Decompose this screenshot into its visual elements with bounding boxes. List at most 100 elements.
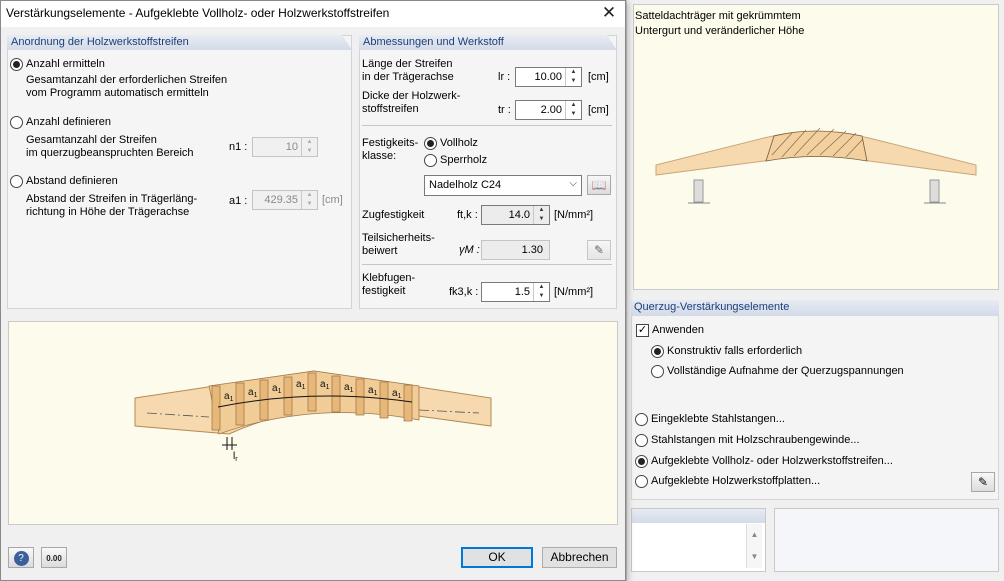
strip-thickness-stepper[interactable]: ▲ ▼	[565, 101, 581, 119]
radio-constructive[interactable]	[651, 345, 664, 358]
ok-button[interactable]: OK	[461, 547, 533, 568]
determine-count-description: Gesamtanzahl der erforderlichen Streifen…	[26, 74, 228, 99]
radio-solid-wood[interactable]	[424, 137, 437, 150]
radio-determine-count-label: Anzahl ermitteln	[26, 58, 105, 70]
radio-glued-steel-rods-label: Eingeklebte Stahlstangen...	[651, 413, 785, 425]
gamma-m-symbol: γM :	[459, 244, 480, 256]
tr-symbol: tr :	[498, 104, 511, 116]
tensile-stepper[interactable]: ▲ ▼	[533, 206, 549, 224]
radio-plywood[interactable]	[424, 154, 437, 167]
safety-factor-field: 1.30	[481, 240, 550, 260]
tensile-unit: [N/mm²]	[554, 209, 594, 221]
svg-text:lr: lr	[233, 451, 238, 463]
bottom-left-scrollbar[interactable]: ▲ ▼	[746, 524, 762, 568]
radio-full-absorption[interactable]	[651, 365, 664, 378]
spin-down-icon[interactable]: ▼	[566, 77, 581, 86]
spin-down-icon[interactable]: ▼	[302, 200, 317, 209]
spacing-input[interactable]: 429.35 ▲ ▼	[252, 190, 318, 210]
radio-full-absorption-label: Vollständige Aufnahme der Querzugspannun…	[667, 365, 904, 377]
spacing-unit: [cm]	[322, 194, 343, 206]
edit-icon: ✎	[593, 243, 605, 257]
radio-define-spacing[interactable]	[10, 175, 23, 188]
reinforcement-panel-header: Querzug-Verstärkungselemente	[631, 300, 999, 316]
glue-strength-unit: [N/mm²]	[554, 286, 594, 298]
material-select[interactable]: Nadelholz C24 ⌵	[424, 175, 582, 196]
spacing-value: 429.35	[264, 194, 298, 206]
beam-preview	[633, 4, 999, 290]
spin-up-icon[interactable]: ▲	[302, 138, 317, 147]
spin-up-icon[interactable]: ▲	[566, 68, 581, 77]
a1-symbol: a1 :	[229, 195, 248, 207]
beam-drawing: a1 a1 a1 a1 a1 a1 a1 a1 lr	[134, 370, 492, 463]
spin-up-icon[interactable]: ▲	[302, 191, 317, 200]
radio-solid-wood-label: Vollholz	[440, 137, 478, 149]
radio-glued-plates[interactable]	[635, 475, 648, 488]
spin-down-icon[interactable]: ▼	[534, 215, 549, 224]
radio-glued-strips-label: Aufgeklebte Vollholz- oder Holzwerkstoff…	[651, 455, 893, 467]
close-button[interactable]: ✕	[596, 2, 622, 24]
radio-screw-rods[interactable]	[635, 434, 648, 447]
radio-define-count-label: Anzahl definieren	[26, 116, 112, 128]
glue-strength-label: Klebfugen- festigkeit	[362, 272, 416, 297]
radio-determine-count[interactable]	[10, 58, 23, 71]
strip-length-input[interactable]: 10.00 ▲ ▼	[515, 67, 582, 87]
strip-thickness-input[interactable]: 2.00 ▲ ▼	[515, 100, 582, 120]
safety-factor-label: Teilsicherheits- beiwert	[362, 232, 435, 257]
tensile-value: 14.0	[508, 209, 530, 221]
glue-strength-input[interactable]: 1.5 ▲ ▼	[481, 282, 550, 302]
define-count-description: Gesamtanzahl der Streifen im querzugbean…	[26, 134, 194, 159]
help-button[interactable]: ?	[8, 547, 34, 568]
spin-up-icon[interactable]: ▲	[566, 101, 581, 110]
radio-glued-plates-label: Aufgeklebte Holzwerkstoffplatten...	[651, 475, 821, 487]
strip-thickness-label: Dicke der Holzwerk- stoffstreifen	[362, 90, 461, 115]
fk3k-symbol: fk3,k :	[449, 286, 479, 298]
cancel-button[interactable]: Abbrechen	[542, 547, 617, 568]
radio-glued-strips[interactable]	[635, 455, 648, 468]
safety-factor-value: 1.30	[521, 244, 543, 256]
book-icon: 📖	[591, 178, 607, 192]
preview-title: Satteldachträger mit gekrümmtem Untergur…	[635, 10, 805, 37]
radio-glued-steel-rods[interactable]	[635, 413, 648, 426]
strip-thickness-value: 2.00	[540, 104, 562, 116]
arrangement-group-header: Anordnung der Holzwerkstoffstreifen	[7, 35, 352, 50]
bottom-right-pane	[774, 508, 999, 572]
radio-define-spacing-label: Abstand definieren	[26, 175, 118, 187]
scroll-down-icon[interactable]: ▼	[747, 546, 762, 568]
spacing-stepper[interactable]: ▲ ▼	[301, 191, 317, 209]
n1-symbol: n1 :	[229, 141, 248, 153]
units-icon: 0.00	[46, 554, 62, 563]
lr-symbol: lr :	[498, 71, 511, 83]
tensile-input[interactable]: 14.0 ▲ ▼	[481, 205, 550, 225]
glue-strength-stepper[interactable]: ▲ ▼	[533, 283, 549, 301]
safety-factor-edit-button[interactable]: ✎	[587, 240, 611, 260]
units-button[interactable]: 0.00	[41, 547, 67, 568]
radio-plywood-label: Sperrholz	[440, 154, 488, 166]
beam-preview-graphic	[655, 127, 977, 204]
edit-icon: ✎	[977, 475, 989, 489]
spin-down-icon[interactable]: ▼	[566, 110, 581, 119]
divider	[362, 264, 612, 265]
ftk-symbol: ft,k :	[457, 209, 478, 221]
strip-count-value: 10	[285, 141, 298, 153]
panel-settings-button[interactable]: ✎	[971, 472, 995, 492]
spin-up-icon[interactable]: ▲	[534, 206, 549, 215]
strip-length-label: Länge der Streifen in der Trägerachse	[362, 58, 454, 83]
material-library-button[interactable]: 📖	[587, 175, 611, 195]
strip-count-stepper[interactable]: ▲ ▼	[301, 138, 317, 156]
spin-up-icon[interactable]: ▲	[534, 283, 549, 292]
spin-down-icon[interactable]: ▼	[302, 147, 317, 156]
radio-screw-rods-label: Stahlstangen mit Holzschraubengewinde...	[651, 434, 860, 446]
chevron-down-icon: ⌵	[569, 178, 577, 189]
strip-length-value: 10.00	[534, 71, 562, 83]
dialog-title: Verstärkungselemente - Aufgeklebte Vollh…	[6, 6, 390, 20]
radio-define-count[interactable]	[10, 116, 23, 129]
apply-checkbox[interactable]: ✓	[636, 324, 649, 337]
scroll-up-icon[interactable]: ▲	[747, 524, 762, 546]
define-spacing-description: Abstand der Streifen in Trägerläng- rich…	[26, 193, 198, 218]
strip-count-input[interactable]: 10 ▲ ▼	[252, 137, 318, 157]
strip-thickness-unit: [cm]	[588, 104, 609, 116]
spin-down-icon[interactable]: ▼	[534, 292, 549, 301]
strip-arrangement-drawing: a1 a1 a1 a1 a1 a1 a1 a1 lr	[8, 321, 618, 525]
strip-length-stepper[interactable]: ▲ ▼	[565, 68, 581, 86]
material-select-value: Nadelholz C24	[429, 179, 502, 191]
